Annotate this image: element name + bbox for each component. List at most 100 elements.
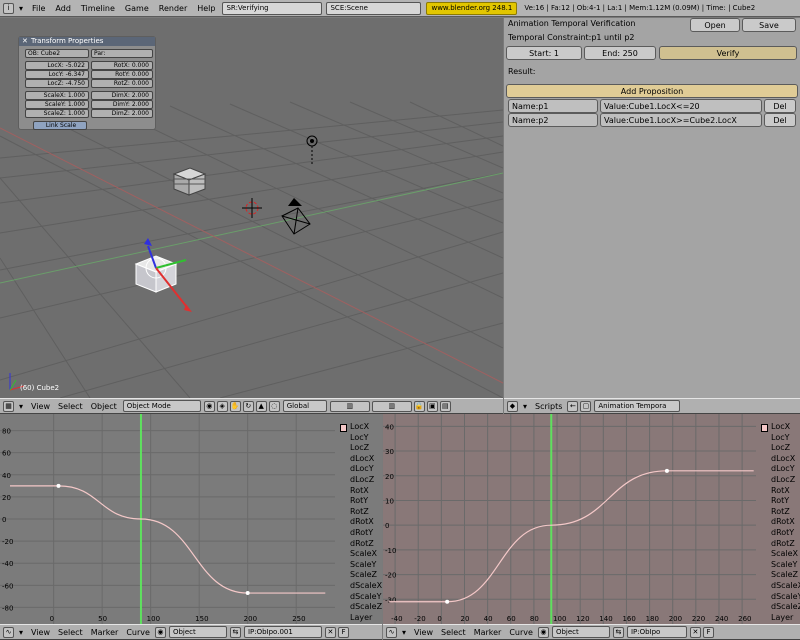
menu-curve[interactable]: Curve [505, 628, 537, 637]
channel-dlocy[interactable]: dLocY [350, 464, 374, 473]
fake-user-icon[interactable]: F [702, 626, 714, 638]
channel-rotz[interactable]: RotZ [350, 507, 369, 516]
window-type-icon[interactable]: i [3, 2, 14, 14]
ipo-editor-left[interactable]: 0 50 100 150 200 250 80 60 40 20 0 -20 -40 -60 -80 Loc… [0, 414, 382, 624]
channel-scaley[interactable]: ScaleY [771, 560, 797, 569]
prop1-value-field[interactable]: Value:Cube1.LocX<=20 [600, 99, 762, 113]
dim-z-field[interactable]: DimZ: 2.000 [91, 109, 153, 118]
render-icon[interactable]: ▣ [426, 400, 438, 412]
rot-z-field[interactable]: RotZ: 0.000 [91, 79, 153, 88]
collapse-icon[interactable]: ▾ [15, 628, 27, 637]
locx-color-swatch-icon[interactable] [761, 424, 768, 432]
pin-icon[interactable]: ⇆ [229, 626, 241, 638]
menu-timeline[interactable]: Timeline [76, 4, 120, 13]
ipo-left-graph[interactable]: 0 50 100 150 200 250806040200-20-40-60-80 [0, 414, 382, 624]
3d-viewport[interactable]: Transform Properties ✕ OB: Cube2 Par: Lo… [0, 18, 503, 398]
close-icon[interactable]: ✕ [22, 37, 28, 45]
channel-locz[interactable]: LocZ [771, 443, 790, 452]
globe-icon[interactable]: ◌ [268, 400, 280, 412]
ipo-editor-icon[interactable]: ∿ [386, 626, 397, 638]
close-ipo-icon[interactable]: ✕ [689, 626, 701, 638]
collapse-icon[interactable]: ▾ [519, 402, 531, 411]
add-proposition-button[interactable]: Add Proposition [506, 84, 798, 98]
layers-icon[interactable]: ▥ [329, 400, 370, 412]
channel-roty[interactable]: RotY [350, 496, 368, 505]
menu-marker[interactable]: Marker [87, 628, 123, 637]
scale-z-field[interactable]: ScaleZ: 1.000 [25, 109, 89, 118]
pivot-icon[interactable]: ◈ [216, 400, 228, 412]
prop2-value-field[interactable]: Value:Cube1.LocX>=Cube2.LocX [600, 113, 762, 127]
dim-y-field[interactable]: DimY: 2.000 [91, 100, 153, 109]
menu-select[interactable]: Select [437, 628, 470, 637]
channel-dscalex[interactable]: dScaleX [350, 581, 382, 590]
channel-dscalez[interactable]: dScaleZ [771, 602, 800, 611]
lock-icon[interactable]: 🔒 [413, 400, 425, 412]
scale-x-field[interactable]: ScaleX: 1.000 [25, 91, 89, 100]
rotate-manip-icon[interactable]: ↻ [242, 400, 254, 412]
channel-dlocz[interactable]: dLocZ [350, 475, 374, 484]
menu-view[interactable]: View [27, 628, 54, 637]
mode-selector[interactable]: Object Mode [122, 400, 201, 412]
collapse-icon[interactable]: ▾ [15, 402, 27, 411]
rot-y-field[interactable]: RotY: 0.000 [91, 70, 153, 79]
orientation-selector[interactable]: Global [282, 400, 327, 412]
menu-marker[interactable]: Marker [470, 628, 506, 637]
script-editor-icon[interactable]: ◆ [507, 400, 518, 412]
channel-scalez[interactable]: ScaleZ [350, 570, 377, 579]
cube1-object[interactable] [172, 167, 207, 196]
menu-select[interactable]: Select [54, 628, 87, 637]
channel-rotx[interactable]: RotX [771, 486, 790, 495]
channel-scalez[interactable]: ScaleZ [771, 570, 798, 579]
lamp-object[interactable] [306, 135, 318, 164]
loc-x-field[interactable]: LocX: -5.022 [25, 61, 89, 70]
channel-scalex[interactable]: ScaleX [771, 549, 798, 558]
script-name-field[interactable]: Animation Tempora [594, 400, 681, 412]
loc-z-field[interactable]: LocZ: -4.750 [25, 79, 89, 88]
ipo-editor-right[interactable]: -40 -20 0 20 40 60 80 100 120 140 160 180 200 220 240 2… [383, 414, 800, 624]
menu-file[interactable]: File [27, 4, 50, 13]
channel-rotz[interactable]: RotZ [771, 507, 790, 516]
channel-dlocx[interactable]: dLocX [771, 454, 795, 463]
end-field[interactable]: End: 250 [584, 46, 656, 60]
ipo-name-field[interactable]: IP:ObIpo.001 [243, 626, 322, 638]
link-scale-button[interactable]: Link Scale [33, 121, 87, 130]
hand-icon[interactable]: ✋ [229, 400, 241, 412]
open-button[interactable]: Open [690, 18, 740, 32]
menu-render[interactable]: Render [154, 4, 192, 13]
channel-locx[interactable]: LocX [350, 422, 369, 431]
dim-x-field[interactable]: DimX: 2.000 [91, 91, 153, 100]
object-name-field[interactable]: OB: Cube2 [25, 49, 89, 58]
channel-scaley[interactable]: ScaleY [350, 560, 376, 569]
draw-type-icon[interactable]: ◉ [203, 400, 215, 412]
prop2-delete-button[interactable]: Del [764, 113, 796, 127]
close-ipo-icon[interactable]: ✕ [324, 626, 336, 638]
channel-rotx[interactable]: RotX [350, 486, 369, 495]
3d-cursor-icon[interactable] [242, 198, 262, 218]
channel-locz[interactable]: LocZ [350, 443, 369, 452]
scale-y-field[interactable]: ScaleY: 1.000 [25, 100, 89, 109]
back-arrow-icon[interactable]: ← [567, 400, 579, 412]
channel-droty[interactable]: dRotY [350, 528, 373, 537]
channel-droty[interactable]: dRotY [771, 528, 794, 537]
menu-view[interactable]: View [27, 402, 54, 411]
ipo-editor-icon[interactable]: ∿ [3, 626, 14, 638]
locx-color-swatch-icon[interactable] [340, 424, 347, 432]
prop1-name-field[interactable]: Name:p1 [508, 99, 598, 113]
editor-type-icon[interactable]: ▦ [3, 400, 14, 412]
scene-selector[interactable]: SCE:Scene [326, 1, 422, 15]
channel-dlocy[interactable]: dLocY [771, 464, 795, 473]
ipo-name-field[interactable]: IP:ObIpo [626, 626, 687, 638]
start-field[interactable]: Start: 1 [506, 46, 582, 60]
prop1-delete-button[interactable]: Del [764, 99, 796, 113]
menu-object[interactable]: Object [87, 402, 121, 411]
collapse-icon[interactable]: ▾ [398, 628, 410, 637]
parent-field[interactable]: Par: [91, 49, 153, 58]
ipo-type-selector[interactable]: Object [168, 626, 227, 638]
channel-drotx[interactable]: dRotX [350, 517, 374, 526]
channel-dscaley[interactable]: dScaleY [771, 592, 800, 601]
channel-locy[interactable]: LocY [771, 433, 790, 442]
menu-scripts[interactable]: Scripts [531, 402, 566, 411]
channel-locx[interactable]: LocX [771, 422, 790, 431]
channel-roty[interactable]: RotY [771, 496, 789, 505]
pin-icon[interactable]: ⇆ [612, 626, 624, 638]
